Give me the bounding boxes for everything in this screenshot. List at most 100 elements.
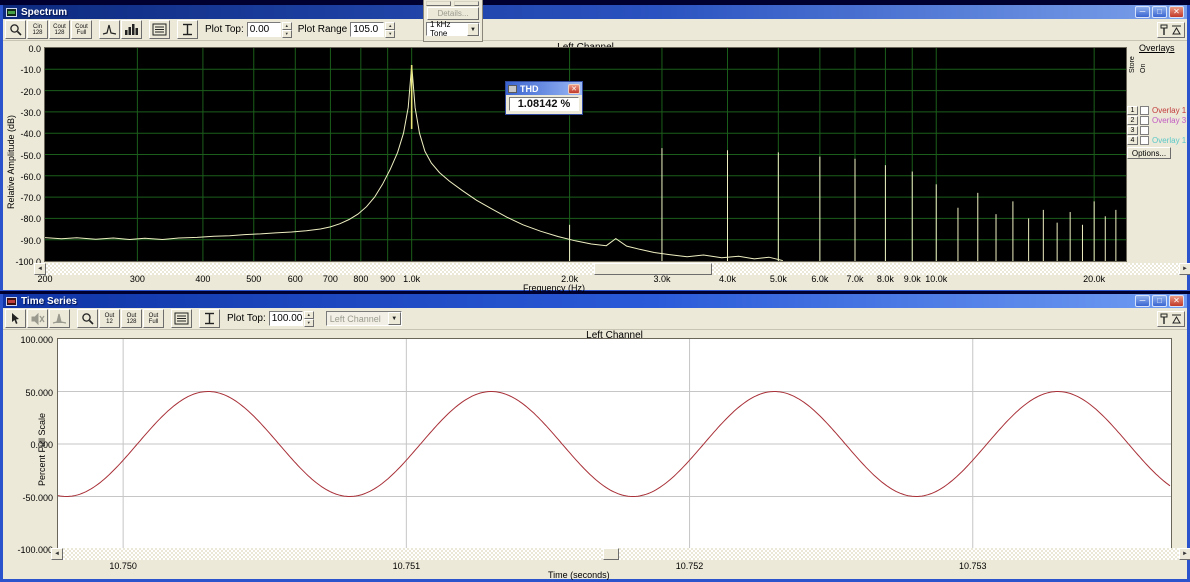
- thd-titlebar[interactable]: THD ✕: [506, 82, 582, 95]
- time-series-toolbar: Out12Out128OutFull Plot Top: 100.00 ▲▼ L…: [3, 308, 1187, 330]
- x-tick-label: 10.753: [959, 561, 987, 571]
- mini-button-label: Out12: [100, 313, 119, 325]
- desktop: Spectrum ─ □ ✕ Cin128Cout128CoutFull: [0, 0, 1190, 582]
- plot-top-label: Plot Top:: [227, 313, 266, 324]
- x-tick-label: 20.0k: [1083, 274, 1105, 284]
- chevron-down-icon: ▼: [388, 312, 401, 325]
- plot-top-spinner[interactable]: ▲▼: [304, 311, 314, 326]
- bar-display-button[interactable]: [121, 20, 142, 39]
- overlays-store-header: Store: [1129, 56, 1136, 73]
- marker-tool-button[interactable]: [177, 20, 198, 39]
- minimize-button[interactable]: ─: [1135, 295, 1150, 307]
- scroll-thumb[interactable]: [603, 548, 619, 560]
- time-h-scrollbar[interactable]: ◄ ►: [51, 548, 1190, 560]
- overlay-on-checkbox-2[interactable]: [1140, 116, 1149, 125]
- annotation-tools-button[interactable]: [1157, 311, 1185, 327]
- plot-top-spinner[interactable]: ▲▼: [282, 22, 292, 37]
- close-button[interactable]: ✕: [1169, 295, 1184, 307]
- time-out-12-button[interactable]: Out12: [99, 309, 120, 328]
- peak-display-button[interactable]: [99, 20, 120, 39]
- y-tick-label: 0.0: [3, 44, 41, 54]
- mini-button-label: Cin128: [28, 24, 47, 36]
- plot-top-input[interactable]: 0.00: [247, 22, 281, 37]
- x-tick-label: 800: [353, 274, 368, 284]
- plot-range-label: Plot Range: [298, 24, 347, 35]
- time-plot-canvas: [58, 339, 1171, 549]
- zoom-tool-button[interactable]: [5, 20, 26, 39]
- y-tick-label: -70.0: [3, 193, 41, 203]
- x-tick-label: 5.0k: [770, 274, 787, 284]
- x-tick-label: 10.752: [676, 561, 704, 571]
- spectrum-x-axis-label: Frequency (Hz): [523, 283, 585, 293]
- zoom-tool-button[interactable]: [77, 309, 98, 328]
- overlay-on-checkbox-4[interactable]: [1140, 136, 1149, 145]
- plot-range-input[interactable]: 105.0: [350, 22, 384, 37]
- plot-range-spinner[interactable]: ▲▼: [385, 22, 395, 37]
- overlay-store-button-3[interactable]: 3: [1127, 126, 1138, 135]
- spectrum-cout-128-button[interactable]: Cout128: [49, 20, 70, 39]
- peak-hold-button[interactable]: [49, 309, 70, 328]
- plot-top-input[interactable]: 100.00: [269, 311, 303, 326]
- display-options-button[interactable]: [149, 20, 170, 39]
- x-tick-label: 9.0k: [904, 274, 921, 284]
- y-tick-label: 100.000: [9, 335, 53, 345]
- generator-cropped-button[interactable]: [426, 1, 451, 6]
- time-out-full-button[interactable]: OutFull: [143, 309, 164, 328]
- overlay-label: Overlay 1: [1152, 136, 1186, 145]
- spectrum-toolbar: Cin128Cout128CoutFull Plot Top: 0.00 ▲▼ …: [3, 19, 1187, 41]
- spectrum-titlebar[interactable]: Spectrum ─ □ ✕: [3, 5, 1187, 19]
- overlay-store-button-2[interactable]: 2: [1127, 116, 1138, 125]
- y-tick-label: -10.0: [3, 65, 41, 75]
- x-tick-label: 10.751: [393, 561, 421, 571]
- mini-button-label: OutFull: [144, 313, 163, 325]
- overlay-store-button-4[interactable]: 4: [1127, 136, 1138, 145]
- maximize-button[interactable]: □: [1152, 6, 1167, 18]
- overlay-store-button-1[interactable]: 1: [1127, 106, 1138, 115]
- x-tick-label: 300: [130, 274, 145, 284]
- y-tick-label: -20.0: [3, 87, 41, 97]
- thd-value: 1.08142 %: [509, 97, 579, 111]
- x-tick-label: 600: [288, 274, 303, 284]
- spectrum-cout-full-button[interactable]: CoutFull: [71, 20, 92, 39]
- marker-tool-button[interactable]: [199, 309, 220, 328]
- chevron-down-icon[interactable]: ▼: [467, 23, 479, 36]
- generator-signal-combo[interactable]: 1 kHz Tone ▼: [426, 22, 480, 36]
- scroll-left-button[interactable]: ◄: [51, 548, 63, 560]
- scroll-right-button[interactable]: ►: [1179, 548, 1190, 560]
- y-tick-label: -80.0: [3, 214, 41, 224]
- x-tick-label: 500: [246, 274, 261, 284]
- overlays-on-header: On: [1140, 64, 1147, 73]
- mute-button[interactable]: [27, 309, 48, 328]
- x-tick-label: 900: [380, 274, 395, 284]
- time-series-titlebar[interactable]: Time Series ─ □ ✕: [3, 294, 1187, 308]
- generator-panel: Details... 1 kHz Tone ▼: [423, 0, 483, 42]
- channel-combo[interactable]: Left Channel ▼: [326, 311, 402, 326]
- overlay-row-1: 1Overlay 1: [1127, 105, 1186, 115]
- spectrum-window-title: Spectrum: [21, 7, 67, 18]
- x-tick-label: 10.0k: [925, 274, 947, 284]
- channel-combo-value: Left Channel: [330, 314, 381, 324]
- x-tick-label: 4.0k: [719, 274, 736, 284]
- x-tick-label: 10.750: [109, 561, 137, 571]
- annotation-tools-button[interactable]: [1157, 22, 1185, 38]
- overlay-on-checkbox-3[interactable]: [1140, 126, 1149, 135]
- y-tick-label: -90.0: [3, 236, 41, 246]
- y-tick-label: -50.000: [9, 493, 53, 503]
- time-series-client: Left Channel Percent Full Scale 100.0005…: [3, 330, 1187, 579]
- time-x-axis-label: Time (seconds): [548, 570, 610, 580]
- spectrum-window-icon: [6, 8, 17, 17]
- scroll-right-button[interactable]: ►: [1179, 263, 1190, 275]
- close-button[interactable]: ✕: [1169, 6, 1184, 18]
- overlay-on-checkbox-1[interactable]: [1140, 106, 1149, 115]
- generator-cropped-button[interactable]: [454, 1, 479, 6]
- overlays-options-button[interactable]: Options...: [1127, 147, 1171, 159]
- pointer-tool-button[interactable]: [5, 309, 26, 328]
- minimize-button[interactable]: ─: [1135, 6, 1150, 18]
- maximize-button[interactable]: □: [1152, 295, 1167, 307]
- mini-button-label: CoutFull: [72, 24, 91, 36]
- display-options-button[interactable]: [171, 309, 192, 328]
- thd-close-button[interactable]: ✕: [568, 84, 580, 94]
- time-out-128-button[interactable]: Out128: [121, 309, 142, 328]
- spectrum-cin-128-button[interactable]: Cin128: [27, 20, 48, 39]
- generator-details-button[interactable]: Details...: [427, 7, 479, 20]
